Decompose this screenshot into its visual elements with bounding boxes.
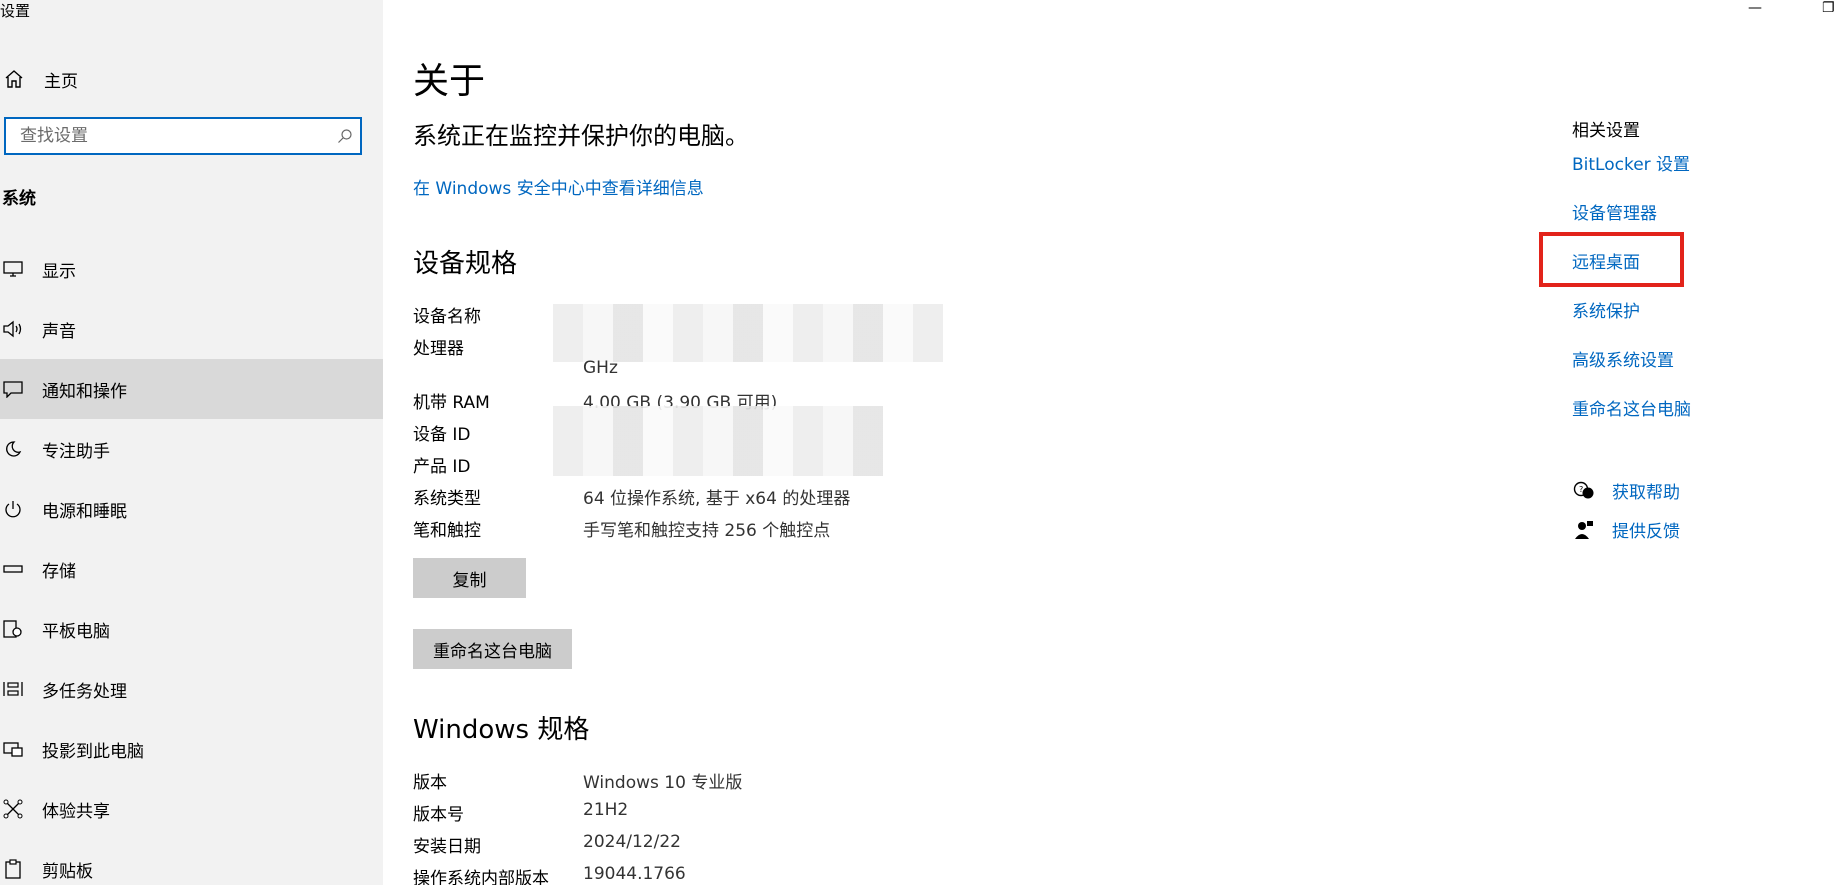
speaker-icon <box>0 317 26 341</box>
spec-key: 产品 ID <box>413 457 471 477</box>
share-icon <box>0 797 26 821</box>
give-feedback[interactable]: 提供反馈 <box>1572 517 1680 542</box>
spec-key: 操作系统内部版本 <box>413 869 549 885</box>
sidebar-item-tablet[interactable]: 平板电脑 <box>0 599 383 659</box>
sidebar-item-label: 体验共享 <box>42 801 110 822</box>
device-manager-link[interactable]: 设备管理器 <box>1572 199 1657 224</box>
spec-value: 19044.1766 <box>583 864 686 884</box>
give-feedback-label: 提供反馈 <box>1612 522 1680 542</box>
sidebar-item-notifications[interactable]: 通知和操作 <box>0 359 383 419</box>
multitask-icon <box>0 677 26 701</box>
device-specs-heading: 设备规格 <box>413 249 518 279</box>
sidebar-item-storage[interactable]: 存储 <box>0 539 383 599</box>
restore-button[interactable]: ❐ <box>1822 0 1835 16</box>
sidebar-item-label: 声音 <box>42 321 76 342</box>
advanced-system-settings-link[interactable]: 高级系统设置 <box>1572 346 1674 371</box>
main-content: 关于 系统正在监控并保护你的电脑。 在 Windows 安全中心中查看详细信息 … <box>413 0 1513 885</box>
search-icon[interactable] <box>330 128 360 144</box>
spec-value: GHz <box>583 358 618 378</box>
spec-key: 设备 ID <box>413 425 471 445</box>
search-box[interactable] <box>4 117 362 155</box>
redacted-area <box>553 406 883 476</box>
moon-icon <box>0 437 26 461</box>
spec-key: 处理器 <box>413 339 464 359</box>
sidebar-item-shared-experiences[interactable]: 体验共享 <box>0 779 383 839</box>
spec-key: 笔和触控 <box>413 521 481 541</box>
spec-key: 系统类型 <box>413 489 481 509</box>
spec-key: 安装日期 <box>413 837 481 857</box>
app-title: 设置 <box>0 2 31 20</box>
spec-value: 2024/12/22 <box>583 832 681 852</box>
rename-pc-button[interactable]: 重命名这台电脑 <box>413 629 572 669</box>
get-help[interactable]: ? 获取帮助 <box>1572 478 1680 503</box>
clipboard-icon <box>0 857 26 881</box>
spec-key: 版本号 <box>413 805 464 825</box>
spec-value: Windows 10 专业版 <box>583 773 743 793</box>
redacted-area <box>553 304 943 362</box>
tablet-icon <box>0 617 26 641</box>
related-settings-title: 相关设置 <box>1572 121 1640 141</box>
sidebar: 设置 主页 系统 显示 声音 通知和操作 专注助手 <box>0 0 383 885</box>
sidebar-item-display[interactable]: 显示 <box>0 239 383 299</box>
home-icon <box>2 67 26 91</box>
sidebar-item-projecting[interactable]: 投影到此电脑 <box>0 719 383 779</box>
page-title: 关于 <box>413 61 486 102</box>
sidebar-item-focus-assist[interactable]: 专注助手 <box>0 419 383 479</box>
spec-key: 机带 RAM <box>413 393 490 413</box>
storage-icon <box>0 557 26 581</box>
rename-pc-link[interactable]: 重命名这台电脑 <box>1572 395 1691 420</box>
system-protection-link[interactable]: 系统保护 <box>1572 297 1640 322</box>
monitor-icon <box>0 257 26 281</box>
sidebar-item-label: 多任务处理 <box>42 681 127 702</box>
security-center-link[interactable]: 在 Windows 安全中心中查看详细信息 <box>413 174 704 199</box>
sidebar-item-sound[interactable]: 声音 <box>0 299 383 359</box>
sidebar-item-label: 显示 <box>42 261 76 282</box>
spec-value: 手写笔和触控支持 256 个触控点 <box>583 521 831 541</box>
minimize-button[interactable]: — <box>1748 0 1762 16</box>
spec-key: 设备名称 <box>413 307 481 327</box>
sidebar-item-label: 剪贴板 <box>42 861 93 882</box>
windows-specs-heading: Windows 规格 <box>413 715 590 745</box>
sidebar-item-label: 投影到此电脑 <box>42 741 144 762</box>
sidebar-section-title: 系统 <box>2 189 36 209</box>
get-help-label: 获取帮助 <box>1612 483 1680 503</box>
svg-text:?: ? <box>1579 485 1583 494</box>
projector-icon <box>0 737 26 761</box>
feedback-icon <box>1572 518 1596 542</box>
power-icon <box>0 497 26 521</box>
sidebar-item-label: 专注助手 <box>42 441 110 462</box>
sidebar-item-label: 平板电脑 <box>42 621 110 642</box>
search-input[interactable] <box>6 119 330 153</box>
spec-key: 版本 <box>413 773 447 793</box>
sidebar-nav: 显示 声音 通知和操作 专注助手 电源和睡眠 存储 平板电脑 多任务处理 投影到… <box>0 239 383 885</box>
help-chat-icon: ? <box>1572 479 1596 503</box>
sidebar-item-multitasking[interactable]: 多任务处理 <box>0 659 383 719</box>
sidebar-item-label: 电源和睡眠 <box>42 501 127 522</box>
highlight-box <box>1539 232 1684 287</box>
spec-value: 64 位操作系统, 基于 x64 的处理器 <box>583 489 851 509</box>
bitlocker-link[interactable]: BitLocker 设置 <box>1572 150 1690 175</box>
sidebar-item-label: 存储 <box>42 561 76 582</box>
sidebar-item-power[interactable]: 电源和睡眠 <box>0 479 383 539</box>
sidebar-item-clipboard[interactable]: 剪贴板 <box>0 839 383 885</box>
notification-icon <box>0 377 26 401</box>
copy-button[interactable]: 复制 <box>413 558 526 598</box>
sidebar-home-label: 主页 <box>44 71 78 92</box>
spec-value: 21H2 <box>583 800 629 820</box>
sidebar-home[interactable]: 主页 <box>0 62 383 96</box>
sidebar-item-label: 通知和操作 <box>42 381 127 402</box>
protection-status: 系统正在监控并保护你的电脑。 <box>413 122 749 150</box>
